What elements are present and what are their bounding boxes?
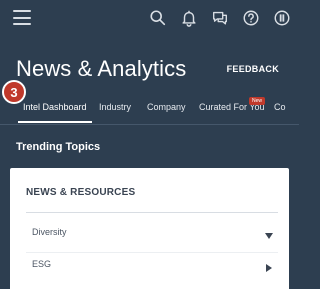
tab-divider (0, 124, 299, 125)
help-icon[interactable] (240, 7, 262, 29)
bell-icon[interactable] (178, 7, 200, 29)
top-icon-group (138, 7, 293, 29)
caret-right-icon[interactable] (264, 260, 274, 272)
new-badge: New (249, 97, 266, 105)
top-bar (0, 0, 299, 36)
news-resources-card: NEWS & RESOURCES Diversity ESG (10, 168, 289, 289)
tab-company[interactable]: Company (147, 102, 186, 112)
tab-intel-dashboard[interactable]: Intel Dashboard (23, 102, 87, 112)
chat-icon[interactable] (209, 7, 231, 29)
list-item-label: Diversity (32, 227, 67, 237)
caret-down-icon[interactable] (264, 228, 274, 239)
search-icon[interactable] (147, 7, 169, 29)
list-item-esg[interactable]: ESG (26, 256, 278, 276)
info-icon[interactable] (271, 7, 293, 29)
trending-topics-heading: Trending Topics (16, 141, 101, 153)
card-title: NEWS & RESOURCES (26, 187, 136, 198)
feedback-button[interactable]: FEEDBACK (227, 64, 279, 74)
tab-overflow[interactable]: Co (274, 102, 286, 112)
list-item-diversity[interactable]: Diversity (26, 224, 278, 244)
tab-industry[interactable]: Industry (99, 102, 131, 112)
hamburger-menu-icon[interactable] (13, 10, 31, 25)
active-tab-indicator (18, 121, 92, 123)
page-title: News & Analytics (16, 56, 187, 81)
card-divider (26, 212, 278, 213)
row-divider (26, 252, 278, 253)
list-item-label: ESG (32, 259, 52, 269)
